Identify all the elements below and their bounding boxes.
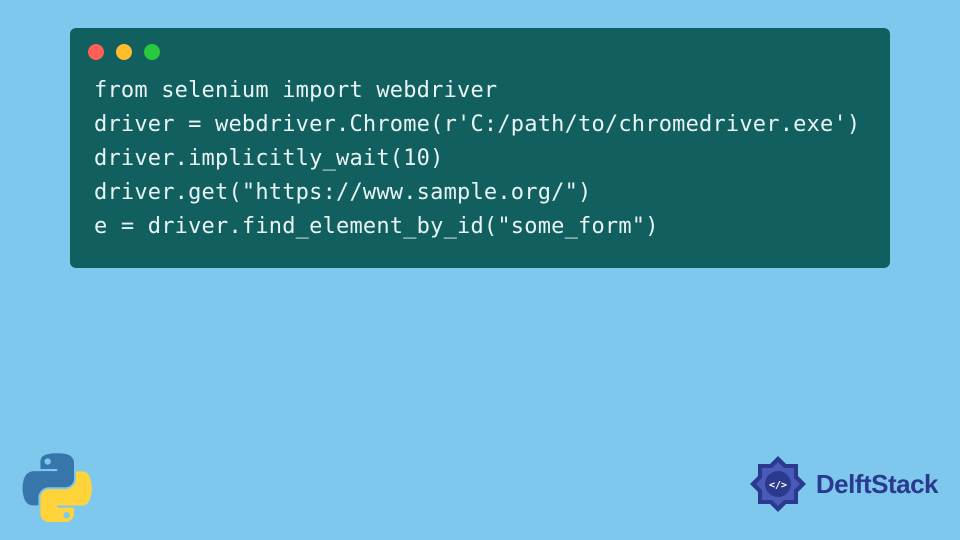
python-logo-icon xyxy=(22,452,92,522)
delftstack-brand-text: DelftStack xyxy=(816,469,938,500)
minimize-icon xyxy=(116,44,132,60)
svg-text:</>: </> xyxy=(769,480,787,491)
code-window: from selenium import webdriverdriver = w… xyxy=(70,28,890,268)
code-line: driver.implicitly_wait(10) xyxy=(94,142,866,176)
delftstack-badge-icon: </> xyxy=(746,452,810,516)
code-line: driver = webdriver.Chrome(r'C:/path/to/c… xyxy=(94,108,866,142)
code-block: from selenium import webdriverdriver = w… xyxy=(70,70,890,250)
code-line: from selenium import webdriver xyxy=(94,74,866,108)
code-line: e = driver.find_element_by_id("some_form… xyxy=(94,210,866,244)
code-line: driver.get("https://www.sample.org/") xyxy=(94,176,866,210)
close-icon xyxy=(88,44,104,60)
delftstack-logo: </> DelftStack xyxy=(746,452,938,516)
maximize-icon xyxy=(144,44,160,60)
window-controls xyxy=(70,28,890,70)
